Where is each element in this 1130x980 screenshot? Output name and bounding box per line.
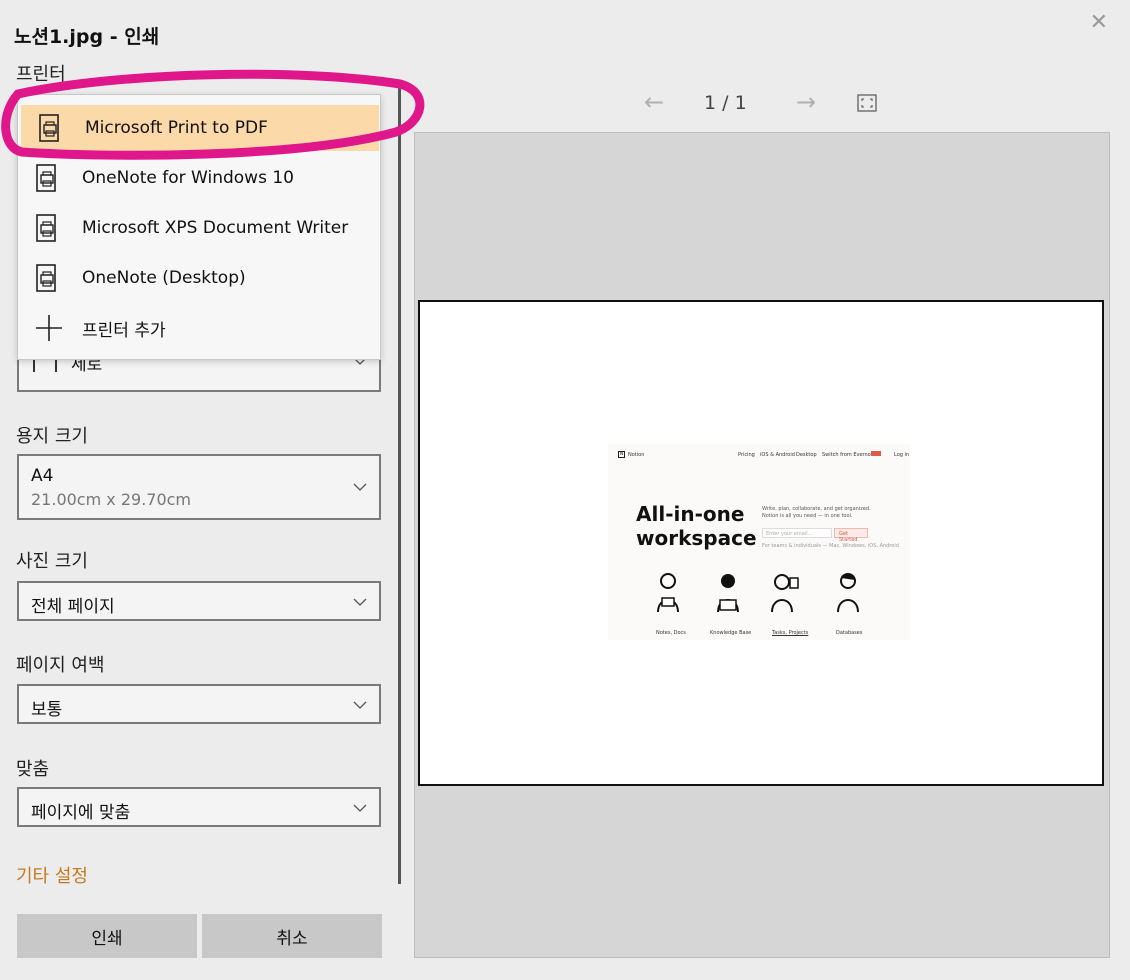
- print-dialog: 노션1.jpg - 인쇄 ✕ 프린터 세로 용지 크기 A4 21.00cm x…: [0, 0, 1130, 980]
- chevron-down-icon: [353, 803, 367, 815]
- thumb-desc-line-1: Write, plan, collaborate, and get organi…: [762, 506, 871, 512]
- fit-label: 맞춤: [16, 759, 50, 780]
- chevron-down-icon: [353, 597, 367, 609]
- paper-size-label: 용지 크기: [16, 426, 88, 447]
- thumb-cta-button: Get Started: [834, 528, 868, 543]
- printer-option-label: 프린터 추가: [82, 320, 166, 341]
- thumb-nav-switch: Switch from Evernote: [822, 452, 876, 458]
- illustration-person-2: [717, 574, 739, 613]
- close-button[interactable]: ✕: [1090, 12, 1108, 34]
- thumb-caption-tasks: Tasks, Projects: [772, 630, 809, 636]
- page-margins-value: 보통: [31, 700, 63, 720]
- thumb-headline-line-1: All-in-one: [636, 502, 745, 526]
- illustration-person-3: [771, 574, 799, 613]
- more-settings-link[interactable]: 기타 설정: [16, 862, 88, 888]
- printer-icon: [34, 213, 60, 243]
- thumb-caption-knowledge: Knowledge Base: [710, 630, 752, 636]
- thumb-nav-pricing: Pricing: [738, 452, 755, 458]
- fullscreen-icon[interactable]: [857, 94, 877, 112]
- print-button[interactable]: 인쇄: [17, 914, 197, 958]
- previous-page-button[interactable]: ←: [644, 88, 664, 116]
- paper-size-dimensions: 21.00cm x 29.70cm: [31, 490, 192, 509]
- thumb-headline-line-2: workspace: [636, 526, 757, 550]
- printer-icon: [34, 263, 60, 293]
- printer-dropdown-list: Microsoft Print to PDF OneNote for Windo…: [17, 94, 381, 360]
- preview-image: N Notion Pricing iOS & Android Desktop S…: [608, 444, 910, 640]
- illustration-person-1: [657, 573, 679, 613]
- printer-option-label: Microsoft Print to PDF: [85, 118, 268, 138]
- printer-icon: [37, 113, 63, 143]
- paper-size-value: A4: [31, 466, 54, 486]
- next-page-button[interactable]: →: [796, 88, 816, 116]
- thumb-caption-databases: Databases: [836, 630, 863, 636]
- thumb-brand: Notion: [628, 452, 645, 458]
- thumb-email-placeholder: Enter your email...: [766, 531, 813, 537]
- dialog-title: 노션1.jpg - 인쇄: [14, 26, 160, 48]
- paper-size-select[interactable]: A4 21.00cm x 29.70cm: [17, 454, 381, 520]
- printer-option-microsoft-xps[interactable]: Microsoft XPS Document Writer: [18, 205, 380, 251]
- thumb-cta-label: Get Started: [839, 531, 858, 543]
- plus-icon: [34, 313, 62, 343]
- photo-size-select[interactable]: 전체 페이지: [17, 581, 381, 621]
- printer-option-label: OneNote (Desktop): [82, 268, 246, 288]
- new-badge: [871, 451, 881, 456]
- thumb-nav-login: Log in: [894, 452, 910, 458]
- thumb-caption-notes: Notes, Docs: [656, 630, 686, 636]
- photo-size-label: 사진 크기: [16, 551, 88, 572]
- printer-option-label: Microsoft XPS Document Writer: [82, 218, 349, 238]
- thumb-email-input: Enter your email...: [762, 528, 832, 538]
- chevron-down-icon: [353, 482, 367, 494]
- thumb-footnote: For teams & individuals — Mac, Windows, …: [762, 543, 899, 549]
- chevron-down-icon: [353, 700, 367, 712]
- printer-option-label: OneNote for Windows 10: [82, 168, 294, 188]
- printer-option-microsoft-print-to-pdf[interactable]: Microsoft Print to PDF: [21, 105, 379, 151]
- illustration-person-4: [837, 573, 859, 613]
- photo-size-value: 전체 페이지: [31, 597, 115, 617]
- printer-option-onenote-windows-10[interactable]: OneNote for Windows 10: [18, 155, 380, 201]
- thumb-nav-mobile: iOS & Android: [760, 452, 795, 458]
- page-indicator: 1 / 1: [704, 92, 747, 114]
- printer-icon: [34, 163, 60, 193]
- fit-value: 페이지에 맞춤: [31, 803, 131, 823]
- printer-label: 프린터: [16, 64, 66, 85]
- notion-logo-icon: N: [618, 451, 625, 458]
- printer-option-onenote-desktop[interactable]: OneNote (Desktop): [18, 255, 380, 301]
- thumb-description: Write, plan, collaborate, and get organi…: [762, 506, 871, 520]
- page-margins-select[interactable]: 보통: [17, 684, 381, 724]
- thumb-desc-line-2: Notion is all you need — in one tool.: [762, 513, 853, 519]
- add-printer-option[interactable]: 프린터 추가: [18, 305, 380, 351]
- cancel-button[interactable]: 취소: [202, 914, 382, 958]
- panel-divider: [398, 88, 401, 884]
- thumb-headline: All-in-one workspace: [636, 502, 757, 550]
- page-margins-label: 페이지 여백: [16, 655, 105, 676]
- fit-select[interactable]: 페이지에 맞춤: [17, 787, 381, 827]
- thumb-nav-desktop: Desktop: [796, 452, 817, 458]
